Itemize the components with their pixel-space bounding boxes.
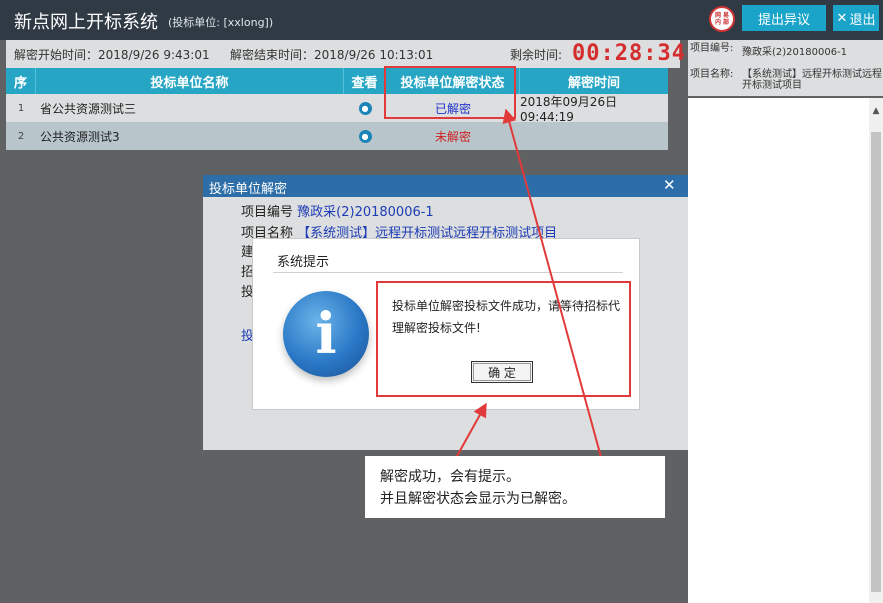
info-glyph: i (315, 301, 337, 367)
decrypt-status: 未解密 (434, 129, 471, 144)
project-name-value: 【系统测试】远程开标测试远程开标测试项目 (742, 69, 882, 91)
annotation-caption-line2: 并且解密状态会显示为已解密。 (380, 491, 576, 507)
decrypt-dialog-title: 投标单位解密 (209, 182, 288, 197)
project-no-key: 项目编号: (690, 43, 734, 54)
decrypt-dialog-titlebar: 投标单位解密 ✕ (203, 175, 688, 197)
countdown-timer: 00:28:34 (572, 41, 686, 66)
info-icon: i (283, 291, 369, 377)
close-icon[interactable]: ✕ (663, 176, 676, 194)
project-no-field: 项目编号 豫政采(2)20180006-1 (241, 201, 434, 220)
bidder-unit-label: (投标单位: [xxlong]) (168, 16, 274, 29)
column-header-view: 查看 (344, 68, 386, 94)
project-no-value: 豫政采(2)20180006-1 (297, 205, 434, 220)
column-header-name: 投标单位名称 (36, 68, 344, 94)
divider (273, 272, 623, 273)
right-scrollbar[interactable]: ▲ (869, 98, 883, 603)
close-icon: ✕ (836, 10, 848, 26)
decrypt-end-time: 解密结束时间：2018/9/26 10:13:01 (230, 48, 434, 62)
project-name-key: 项目名称: (690, 69, 734, 80)
decrypt-time: 2018年09月26日 09:44:19 (520, 94, 618, 124)
row-index: 2 (17, 130, 25, 142)
table-row[interactable]: 1 省公共资源测试三 ● 已解密 2018年09月26日 09:44:19 (6, 94, 668, 124)
project-info-panel: 项目编号: 豫政采(2)20180006-1 项目名称: 【系统测试】远程开标测… (688, 40, 883, 96)
view-cell: ● (344, 122, 386, 150)
raise-objection-button[interactable]: 提出异议 (742, 5, 826, 31)
exit-button[interactable]: ✕ 退出 (833, 5, 879, 31)
exit-button-label: 退出 (849, 12, 876, 28)
decrypt-time-bar: 解密开始时间：2018/9/26 9:43:01 解密结束时间：2018/9/2… (6, 40, 685, 68)
view-cell: ● (344, 94, 386, 122)
user-view-icon[interactable]: ● (358, 129, 372, 143)
decrypt-time (520, 122, 668, 150)
decrypt-start-time: 解密开始时间：2018/9/26 9:43:01 (14, 48, 210, 62)
user-view-icon[interactable]: ● (358, 101, 372, 115)
bidder-table-header: 序 投标单位名称 查看 投标单位解密状态 解密时间 (6, 68, 668, 94)
project-no-label: 项目编号 (241, 205, 294, 220)
logo-text: 网 易 内 部 (714, 12, 730, 26)
remaining-time-label: 剩余时间: (510, 48, 563, 62)
app-title: 新点网上开标系统 (14, 12, 158, 33)
table-row[interactable]: 2 公共资源测试3 ● 未解密 (6, 122, 668, 150)
column-header-index: 序 (6, 68, 36, 94)
annotation-highlight-message (376, 281, 631, 397)
project-no-value: 豫政采(2)20180006-1 (742, 47, 848, 58)
bidder-name: 公共资源测试3 (40, 129, 120, 144)
bidder-name: 省公共资源测试三 (40, 101, 137, 116)
scroll-up-arrow-icon[interactable]: ▲ (869, 106, 883, 120)
right-list-area (688, 98, 869, 603)
app-header: 新点网上开标系统 (投标单位: [xxlong]) 网 易 内 部 提出异议 ✕… (0, 0, 883, 40)
annotation-highlight-status (384, 66, 516, 119)
annotation-caption-line1: 解密成功，会有提示。 (380, 469, 520, 485)
scroll-thumb[interactable] (871, 132, 881, 592)
row-index: 1 (17, 102, 25, 114)
brand-logo: 网 易 内 部 (709, 6, 735, 32)
column-header-time: 解密时间 (567, 75, 620, 91)
system-tip-title: 系统提示 (277, 255, 330, 270)
